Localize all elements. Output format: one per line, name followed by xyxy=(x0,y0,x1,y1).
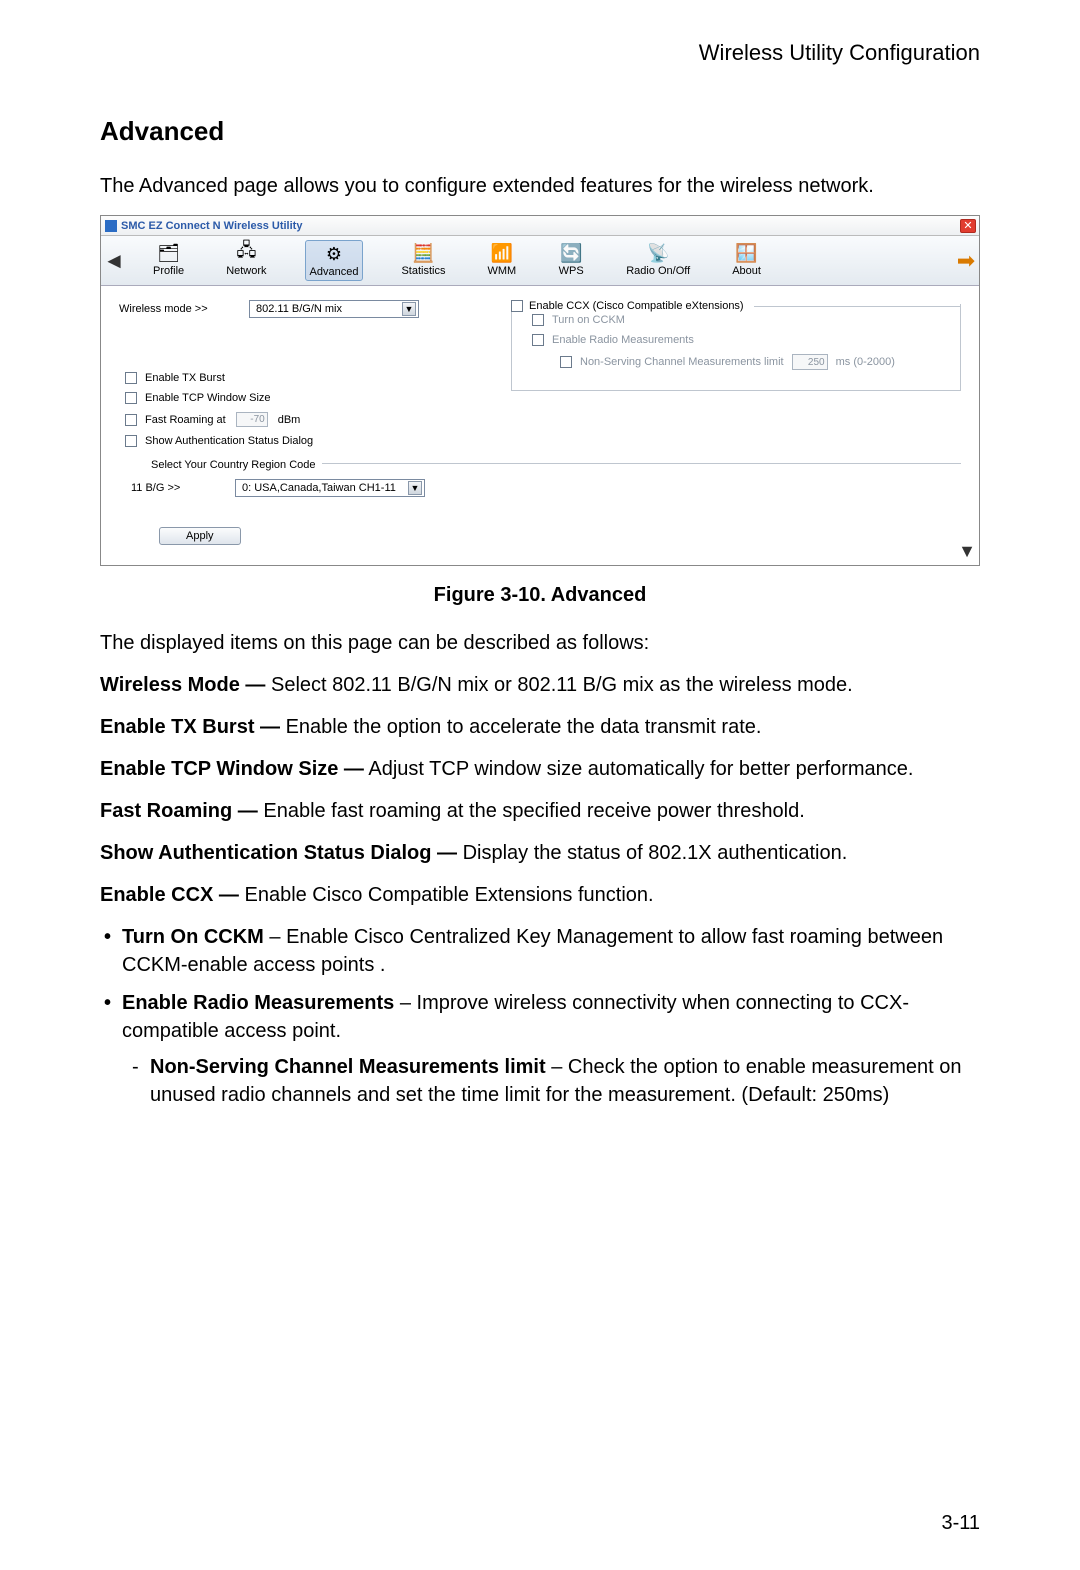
radio-measurements-label: Enable Radio Measurements xyxy=(552,334,694,346)
radio-icon: 📡 xyxy=(645,242,671,264)
toolbar-radio-label: Radio On/Off xyxy=(626,265,690,277)
page-header: Wireless Utility Configuration xyxy=(100,40,980,66)
nscm-unit: ms (0-2000) xyxy=(836,356,895,368)
intro-paragraph: The Advanced page allows you to configur… xyxy=(100,172,980,200)
nav-right-icon[interactable]: ➡ xyxy=(953,236,979,285)
close-icon[interactable]: ✕ xyxy=(960,219,976,233)
titlebar: SMC EZ Connect N Wireless Utility ✕ xyxy=(101,216,979,236)
toolbar-statistics[interactable]: 🧮 Statistics xyxy=(397,240,449,281)
auth-dialog-label: Show Authentication Status Dialog xyxy=(145,435,313,447)
figure-caption: Figure 3-10. Advanced xyxy=(100,584,980,607)
section-heading-advanced: Advanced xyxy=(100,116,980,147)
apply-button[interactable]: Apply xyxy=(159,527,241,545)
bullet-cckm: Turn On CCKM – Enable Cisco Centralized … xyxy=(122,923,980,979)
wireless-mode-value: 802.11 B/G/N mix xyxy=(256,303,342,315)
nscm-input[interactable] xyxy=(792,354,828,370)
toolbar-about-label: About xyxy=(732,265,761,277)
statistics-icon: 🧮 xyxy=(410,242,436,264)
nav-left-icon[interactable]: ◄ xyxy=(101,236,127,285)
content-area: Wireless mode >> 802.11 B/G/N mix ▼ Enab… xyxy=(101,286,979,565)
tx-burst-checkbox[interactable] xyxy=(125,372,137,384)
toolbar-wps-label: WPS xyxy=(559,265,584,277)
wmm-icon: 📶 xyxy=(489,242,515,264)
toolbar-statistics-label: Statistics xyxy=(401,265,445,277)
desc-enable-ccx: Enable CCX — Enable Cisco Compatible Ext… xyxy=(100,881,980,909)
nscm-checkbox[interactable] xyxy=(560,356,572,368)
desc-auth-dialog: Show Authentication Status Dialog — Disp… xyxy=(100,839,980,867)
toolbar-advanced-label: Advanced xyxy=(310,266,359,278)
auth-dialog-checkbox[interactable] xyxy=(125,435,137,447)
tx-burst-label: Enable TX Burst xyxy=(145,372,225,384)
enable-ccx-checkbox[interactable] xyxy=(511,300,523,312)
wireless-mode-select[interactable]: 802.11 B/G/N mix ▼ xyxy=(249,300,419,318)
toolbar-about[interactable]: 🪟 About xyxy=(728,240,765,281)
tcp-window-label: Enable TCP Window Size xyxy=(145,392,271,404)
radio-measurements-checkbox[interactable] xyxy=(532,334,544,346)
toolbar-radio[interactable]: 📡 Radio On/Off xyxy=(622,240,694,281)
cckm-checkbox[interactable] xyxy=(532,314,544,326)
toolbar-wps[interactable]: 🔄 WPS xyxy=(554,240,588,281)
chevron-down-icon: ▼ xyxy=(402,302,416,316)
after-fig-text: The displayed items on this page can be … xyxy=(100,629,980,657)
bg-label: 11 B/G >> xyxy=(131,482,225,494)
fast-roaming-unit: dBm xyxy=(278,414,301,426)
ccx-group: Enable CCX (Cisco Compatible eXtensions)… xyxy=(511,300,961,391)
desc-tcp-window: Enable TCP Window Size — Adjust TCP wind… xyxy=(100,755,980,783)
region-legend: Select Your Country Region Code xyxy=(151,459,316,471)
region-value: 0: USA,Canada,Taiwan CH1-11 xyxy=(242,482,396,494)
chevron-down-icon: ▼ xyxy=(408,481,422,495)
toolbar-network-label: Network xyxy=(226,265,266,277)
bullet-radio-meas: Enable Radio Measurements – Improve wire… xyxy=(122,989,980,1109)
enable-ccx-label: Enable CCX (Cisco Compatible eXtensions) xyxy=(529,300,744,312)
tcp-window-checkbox[interactable] xyxy=(125,392,137,404)
nav-down-icon[interactable]: ▼ xyxy=(958,541,976,562)
page-number: 3-11 xyxy=(941,1512,980,1535)
desc-wireless-mode: Wireless Mode — Select 802.11 B/G/N mix … xyxy=(100,671,980,699)
sub-nscm: Non-Serving Channel Measurements limit –… xyxy=(150,1053,980,1109)
ccx-sublist: Turn On CCKM – Enable Cisco Centralized … xyxy=(100,923,980,1109)
fast-roaming-label: Fast Roaming at xyxy=(145,414,226,426)
toolbar-profile-label: Profile xyxy=(153,265,184,277)
toolbar: 🗂 Profile 🖧 Network ⚙ Advanced 🧮 Statist… xyxy=(127,236,953,285)
app-icon xyxy=(105,220,117,232)
fast-roaming-checkbox[interactable] xyxy=(125,414,137,426)
network-icon: 🖧 xyxy=(233,242,259,264)
wps-icon: 🔄 xyxy=(558,242,584,264)
toolbar-wmm[interactable]: 📶 WMM xyxy=(483,240,520,281)
toolbar-network[interactable]: 🖧 Network xyxy=(222,240,270,281)
advanced-icon: ⚙ xyxy=(321,243,347,265)
profile-icon: 🗂 xyxy=(156,242,182,264)
about-icon: 🪟 xyxy=(734,242,760,264)
toolbar-profile[interactable]: 🗂 Profile xyxy=(149,240,188,281)
toolbar-wmm-label: WMM xyxy=(487,265,516,277)
cckm-label: Turn on CCKM xyxy=(552,314,625,326)
window-title: SMC EZ Connect N Wireless Utility xyxy=(121,220,302,232)
desc-fast-roaming: Fast Roaming — Enable fast roaming at th… xyxy=(100,797,980,825)
toolbar-advanced[interactable]: ⚙ Advanced xyxy=(305,240,364,281)
nscm-label: Non-Serving Channel Measurements limit xyxy=(580,356,784,368)
wireless-mode-label: Wireless mode >> xyxy=(119,303,239,315)
fast-roaming-input[interactable] xyxy=(236,412,268,427)
region-select[interactable]: 0: USA,Canada,Taiwan CH1-11 ▼ xyxy=(235,479,425,497)
desc-tx-burst: Enable TX Burst — Enable the option to a… xyxy=(100,713,980,741)
app-window: SMC EZ Connect N Wireless Utility ✕ ◄ 🗂 … xyxy=(100,215,980,566)
